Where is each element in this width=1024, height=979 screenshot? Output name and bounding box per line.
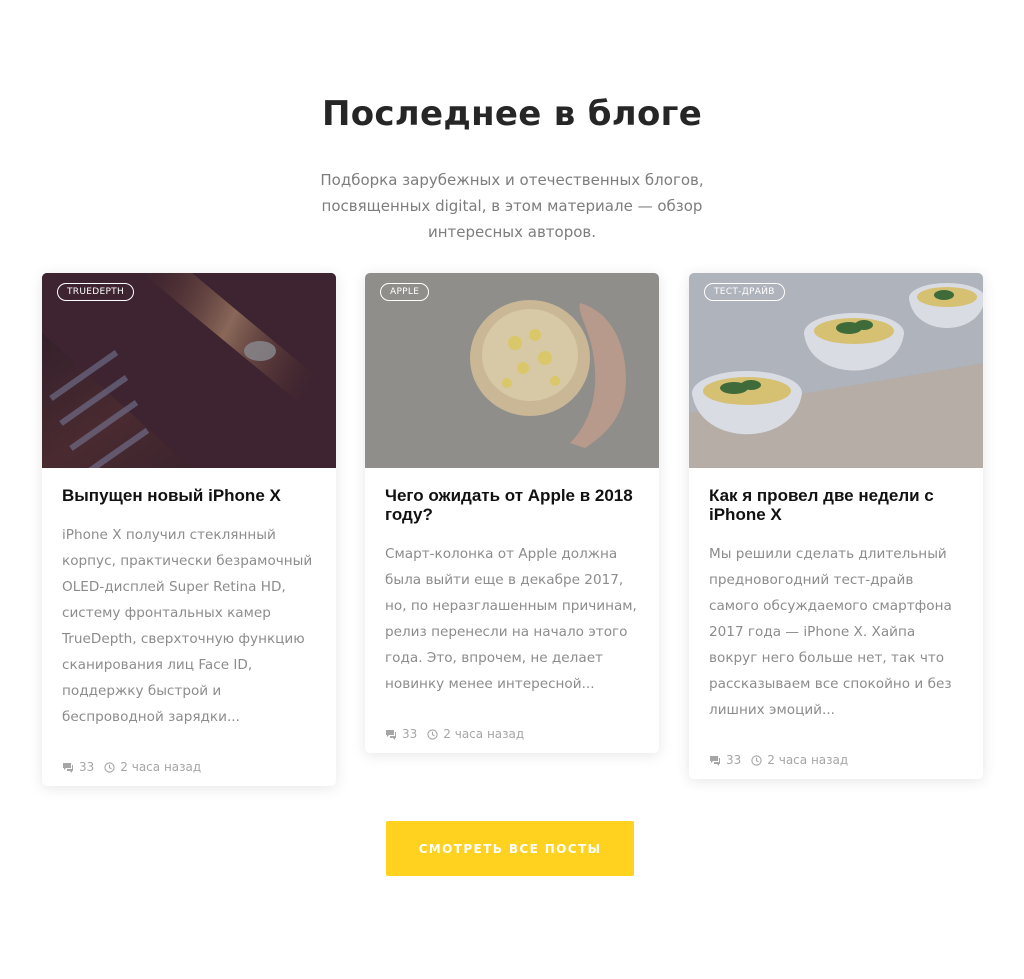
post-time: 2 часа назад [767, 753, 849, 767]
post-excerpt: iPhone X получил стеклянный корпус, прак… [62, 527, 313, 725]
soup-bowls-photo [689, 273, 983, 468]
clock-icon [427, 728, 438, 740]
post-title[interactable]: Выпущен новый iPhone X [62, 486, 316, 505]
comments-count: 33 [402, 727, 418, 741]
comments-icon [709, 755, 721, 766]
post-image-bowl[interactable]: APPLE [365, 273, 659, 468]
clock-icon [104, 761, 115, 773]
comments-count: 33 [79, 760, 95, 774]
post-meta: 33 2 часа назад [385, 727, 639, 753]
post-excerpt: Смарт-колонка от Apple должна была выйти… [385, 546, 637, 692]
view-all-posts-button[interactable]: Смотреть все посты [386, 821, 634, 876]
post-title[interactable]: Как я провел две недели с iPhone X [709, 486, 963, 524]
post-meta: 33 2 часа назад [709, 753, 963, 779]
blog-card-apple-2018[interactable]: APPLE Чего ожидать от Apple в 2018 году?… [365, 273, 659, 753]
post-tag[interactable]: ТЕСТ-ДРАЙВ [704, 283, 785, 301]
post-tag[interactable]: APPLE [380, 283, 430, 301]
post-time: 2 часа назад [120, 760, 202, 774]
comments-icon [385, 729, 397, 740]
comments-count: 33 [726, 753, 742, 767]
post-image-iphone-logo[interactable]: TRUEDEPTH [42, 273, 336, 468]
blog-card-iphone-x-release[interactable]: TRUEDEPTH Выпущен новый iPhone X iPhone … [42, 273, 336, 786]
iphone-logo-photo [42, 273, 336, 468]
section-title: Последнее в блоге [321, 94, 703, 134]
clock-icon [751, 754, 762, 766]
post-time: 2 часа назад [443, 727, 525, 741]
comments-icon [62, 762, 74, 773]
blog-card-two-weeks-iphone[interactable]: ТЕСТ-ДРАЙВ Как я провел две недели с iPh… [689, 273, 983, 779]
section-subtitle: Подборка зарубежных и отечественных блог… [320, 171, 704, 241]
post-tag[interactable]: TRUEDEPTH [57, 283, 135, 301]
post-image-soup-bowls[interactable]: ТЕСТ-ДРАЙВ [689, 273, 983, 468]
post-excerpt: Мы решили сделать длительный предновогод… [709, 546, 952, 718]
post-meta: 33 2 часа назад [62, 760, 316, 786]
post-title[interactable]: Чего ожидать от Apple в 2018 году? [385, 486, 639, 524]
bowl-hand-photo [365, 273, 659, 468]
